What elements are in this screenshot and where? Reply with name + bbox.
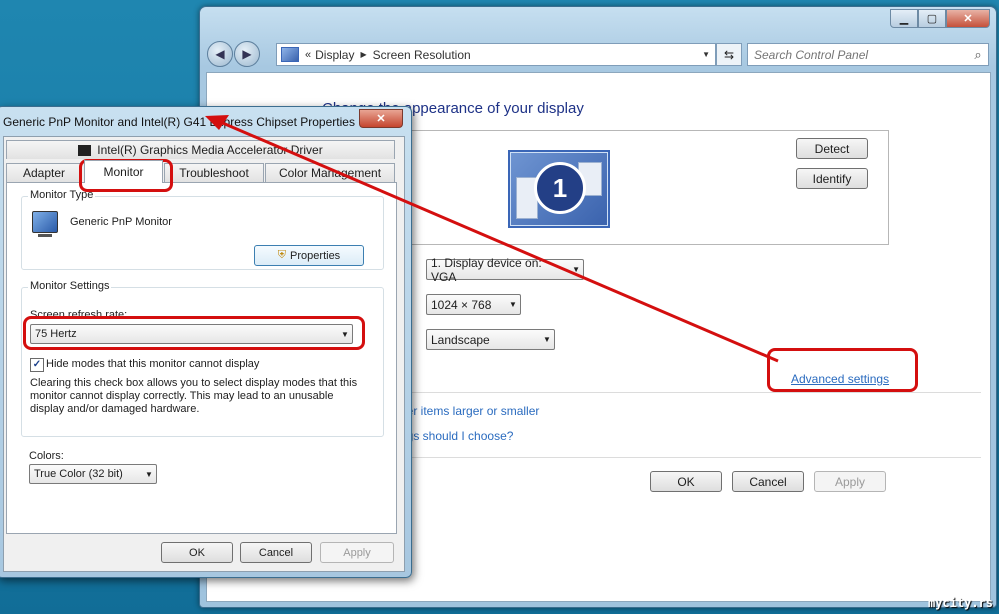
tab-label: Adapter (22, 166, 66, 180)
make-text-larger-link[interactable]: her items larger or smaller (400, 404, 539, 418)
advanced-settings-link[interactable]: Advanced settings (791, 372, 889, 386)
tab-label: Color Management (278, 166, 382, 180)
monitor-properties-dialog: Generic PnP Monitor and Intel(R) G41 Exp… (0, 106, 412, 578)
hide-modes-description: Clearing this check box allows you to se… (30, 377, 358, 415)
address-dropdown-icon[interactable]: ▼ (702, 50, 710, 59)
dialog-ok-button[interactable]: OK (161, 542, 233, 563)
chevron-down-icon: ▼ (341, 329, 349, 339)
button-label: Properties (290, 249, 341, 262)
refresh-rate-select[interactable]: 75 Hertz ▼ (30, 324, 353, 344)
hide-modes-label: Hide modes that this monitor cannot disp… (46, 358, 260, 370)
search-box[interactable]: ⌕ (747, 43, 989, 66)
maximize-button[interactable]: ▢ (918, 9, 946, 28)
dialog-title: Generic PnP Monitor and Intel(R) G41 Exp… (3, 115, 355, 129)
tab-label: Intel(R) Graphics Media Accelerator Driv… (97, 143, 323, 157)
breadcrumb-separator-icon[interactable]: ▶ (360, 50, 366, 59)
chevron-down-icon: ▼ (509, 300, 517, 309)
search-input[interactable] (748, 46, 968, 63)
uac-shield-icon: ⛨ (277, 249, 287, 261)
close-button[interactable]: ✕ (946, 9, 990, 28)
refresh-rate-label: Screen refresh rate: (30, 309, 128, 321)
ok-button[interactable]: OK (650, 471, 722, 492)
forward-button[interactable]: ▶ (234, 41, 260, 67)
tab-monitor[interactable]: Monitor (84, 160, 163, 183)
breadcrumb-screen-resolution[interactable]: Screen Resolution (373, 48, 471, 62)
minimize-button[interactable]: ▁ (890, 9, 918, 28)
group-title: Monitor Type (28, 189, 96, 201)
tab-troubleshoot[interactable]: Troubleshoot (164, 163, 264, 182)
back-arrow-icon: ◀ (215, 47, 225, 61)
display-select-value: 1. Display device on: VGA (431, 255, 542, 284)
resolution-select-value: 1024 × 768 (431, 297, 492, 312)
refresh-button[interactable]: ⇆ (716, 43, 742, 66)
dialog-cancel-button[interactable]: Cancel (240, 542, 312, 563)
hide-modes-checkbox[interactable]: ✓ (30, 358, 44, 372)
apply-button[interactable]: Apply (814, 471, 886, 492)
tab-label: Monitor (103, 165, 144, 179)
breadcrumb-display[interactable]: Display (315, 48, 354, 62)
orientation-select-value: Landscape (431, 332, 490, 347)
detect-button[interactable]: Detect (796, 138, 868, 159)
dialog-body: Intel(R) Graphics Media Accelerator Driv… (3, 136, 405, 572)
refresh-rate-value: 75 Hertz (35, 328, 77, 340)
cancel-button[interactable]: Cancel (732, 471, 804, 492)
control-panel-icon (281, 47, 299, 62)
tab-adapter[interactable]: Adapter (6, 163, 82, 182)
which-settings-link[interactable]: ngs should I choose? (400, 429, 513, 443)
orientation-select[interactable]: Landscape ▼ (426, 329, 555, 350)
monitor-name: Generic PnP Monitor (70, 216, 172, 228)
back-button[interactable]: ◀ (207, 41, 233, 67)
chevron-down-icon: ▼ (145, 469, 153, 479)
tab-intel-graphics[interactable]: Intel(R) Graphics Media Accelerator Driv… (6, 140, 395, 159)
display-select[interactable]: 1. Display device on: VGA ▼ (426, 256, 584, 284)
monitor-settings-group: Monitor Settings Screen refresh rate: 75… (21, 280, 384, 437)
intel-icon (78, 144, 92, 156)
tab-label: Troubleshoot (179, 166, 249, 180)
resolution-select[interactable]: 1024 × 768 ▼ (426, 294, 521, 315)
group-title: Monitor Settings (28, 280, 112, 292)
dialog-close-button[interactable]: ✕ (359, 109, 403, 128)
chevron-down-icon: ▼ (572, 265, 581, 274)
forward-arrow-icon: ▶ (242, 47, 252, 61)
monitor-tab-panel: Monitor Type Generic PnP Monitor ⛨ Prope… (6, 182, 397, 534)
identify-button[interactable]: Identify (796, 168, 868, 189)
monitor-properties-button[interactable]: ⛨ Properties (254, 245, 364, 266)
tab-color-management[interactable]: Color Management (265, 163, 395, 182)
monitor-type-group: Monitor Type Generic PnP Monitor ⛨ Prope… (21, 189, 384, 270)
refresh-icon: ⇆ (723, 47, 735, 62)
colors-select[interactable]: True Color (32 bit) ▼ (29, 464, 157, 484)
window-controls: ▁ ▢ ✕ (890, 9, 990, 28)
chevron-down-icon: ▼ (543, 335, 551, 344)
colors-label: Colors: (29, 450, 64, 462)
monitor-icon (32, 211, 58, 237)
display-preview-box: 1 Detect Identify (399, 130, 889, 245)
dialog-apply-button[interactable]: Apply (320, 542, 394, 563)
monitor-preview[interactable]: 1 (508, 150, 610, 228)
search-icon[interactable]: ⌕ (968, 47, 988, 63)
monitor-number-badge: 1 (534, 162, 586, 214)
colors-select-value: True Color (32 bit) (34, 468, 123, 480)
address-bar[interactable]: « Display ▶ Screen Resolution ▼ (276, 43, 716, 66)
divider (399, 392, 981, 393)
watermark: mycity.rs (927, 596, 993, 610)
breadcrumb-overflow-icon[interactable]: « (305, 49, 311, 61)
divider (399, 457, 981, 458)
